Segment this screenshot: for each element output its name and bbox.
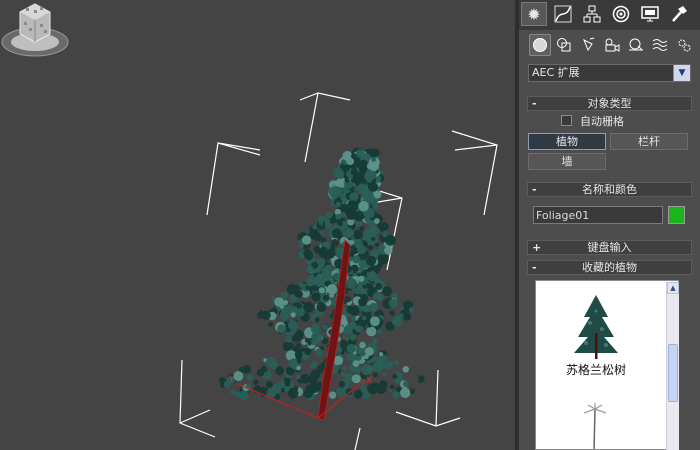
autogrid-label: 自动栅格 bbox=[580, 115, 624, 128]
cameras-icon[interactable] bbox=[601, 34, 623, 56]
collapse-icon: - bbox=[532, 97, 537, 110]
foliage-button[interactable]: 植物 bbox=[528, 133, 606, 150]
favorite-plants-list[interactable]: 苏格兰松树 bbox=[535, 280, 679, 450]
modify-curve-icon bbox=[554, 5, 572, 23]
y-axis-label: Y bbox=[228, 375, 235, 385]
hierarchy-icon bbox=[583, 5, 601, 23]
plant-label: 苏格兰松树 bbox=[565, 363, 626, 377]
scots-pine-thumbnail[interactable] bbox=[568, 293, 624, 359]
helpers-icon[interactable] bbox=[625, 34, 647, 56]
expand-icon: + bbox=[532, 241, 542, 254]
systems-icon[interactable] bbox=[673, 34, 695, 56]
rollout-title: 收藏的植物 bbox=[582, 261, 637, 274]
command-panel-tabs: ✹ bbox=[519, 0, 700, 30]
hierarchy-tab[interactable] bbox=[579, 2, 605, 26]
shapes-icon[interactable] bbox=[553, 34, 575, 56]
object-color-swatch[interactable] bbox=[668, 206, 685, 224]
collapse-icon: - bbox=[532, 261, 537, 274]
motion-tab[interactable] bbox=[608, 2, 634, 26]
keyboard-entry-rollout-header[interactable]: + 键盘输入 bbox=[527, 240, 692, 255]
pine-tree-foliage[interactable] bbox=[219, 147, 425, 401]
wall-button[interactable]: 墙 bbox=[528, 153, 606, 170]
object-name-field[interactable] bbox=[533, 206, 663, 224]
object-category-dropdown[interactable]: AEC 扩展 ▼ bbox=[528, 64, 691, 82]
rollout-title: 名称和颜色 bbox=[582, 183, 637, 196]
perspective-viewport[interactable]: Y X bbox=[0, 0, 515, 450]
scrollbar-thumb[interactable] bbox=[668, 344, 678, 402]
sun-gear-icon: ✹ bbox=[527, 4, 541, 24]
plant-list-scrollbar[interactable]: ▲ bbox=[666, 282, 679, 450]
railing-button[interactable]: 栏杆 bbox=[610, 133, 688, 150]
collapse-icon: - bbox=[532, 183, 537, 196]
utilities-tab[interactable] bbox=[666, 2, 692, 26]
spacewarps-icon[interactable] bbox=[649, 34, 671, 56]
chevron-down-icon[interactable]: ▼ bbox=[673, 65, 690, 81]
geometry-icon[interactable] bbox=[529, 34, 551, 56]
modify-tab[interactable] bbox=[550, 2, 576, 26]
name-color-rollout-header[interactable]: - 名称和颜色 bbox=[527, 182, 692, 197]
create-tab[interactable]: ✹ bbox=[521, 2, 547, 26]
object-type-rollout-header[interactable]: - 对象类型 bbox=[527, 96, 692, 111]
scroll-up-icon[interactable]: ▲ bbox=[667, 282, 679, 294]
monitor-icon bbox=[641, 6, 659, 22]
autogrid-checkbox[interactable] bbox=[561, 115, 572, 126]
dropdown-selected-value: AEC 扩展 bbox=[532, 66, 580, 79]
display-tab[interactable] bbox=[637, 2, 663, 26]
lights-icon[interactable] bbox=[577, 34, 599, 56]
x-axis-label: X bbox=[366, 376, 372, 386]
rollout-title: 键盘输入 bbox=[587, 241, 632, 254]
motion-circle-icon bbox=[612, 5, 630, 23]
create-category-row bbox=[519, 33, 700, 59]
palm-tree-thumbnail[interactable] bbox=[580, 401, 610, 450]
rollout-title: 对象类型 bbox=[587, 97, 632, 110]
viewcube-icon[interactable] bbox=[0, 0, 70, 60]
favorite-plants-rollout-header[interactable]: - 收藏的植物 bbox=[527, 260, 692, 275]
viewport-canvas[interactable]: Y X bbox=[0, 0, 515, 450]
command-panel: ✹ AEC 扩展 ▼ - 对象类型 自动栅格 植物 栏杆 墙 - 名称和颜色 F… bbox=[519, 0, 700, 450]
hammer-icon bbox=[672, 6, 687, 22]
